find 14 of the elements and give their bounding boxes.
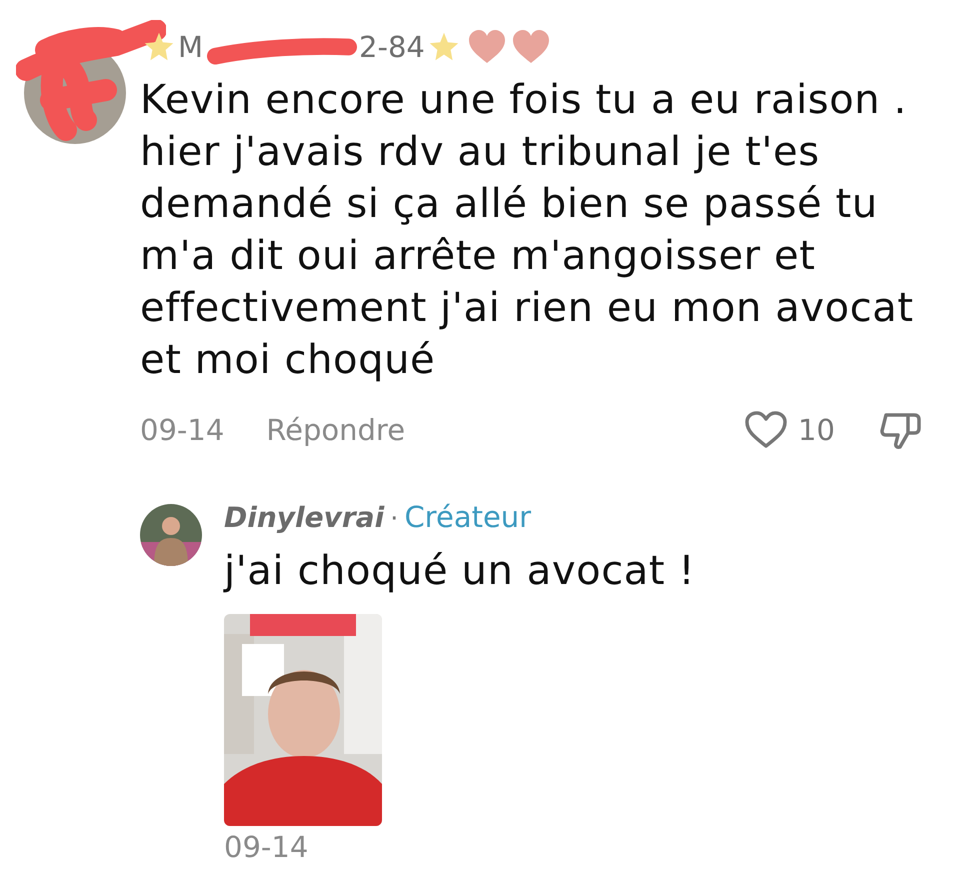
reply-date: 09-14 xyxy=(224,830,308,864)
reply-text: j'ai choqué un avocat ! xyxy=(224,547,696,596)
heart-icon[interactable] xyxy=(744,410,788,450)
comment-date: 09-14 xyxy=(140,413,224,447)
heart-icon xyxy=(510,29,551,65)
username[interactable]: 2-84 xyxy=(359,30,425,64)
username[interactable]: M xyxy=(178,30,204,64)
creator-username[interactable]: Dinylevrai xyxy=(224,501,384,534)
separator-dot: · xyxy=(390,504,398,534)
like-count: 10 xyxy=(798,413,836,447)
comment-text: Kevin encore une fois tu a eu raison . hier j'avais rdv au tribunal je t'es demandé si ça allé bien se passé tu m'a dit oui arrête m'angoisser et effectivement j'ai rien eu mon avocat et moi choqué xyxy=(140,76,915,385)
reply-button[interactable]: Répondre xyxy=(266,413,406,447)
heart-icon xyxy=(466,29,507,65)
creator-label: Créateur xyxy=(404,500,532,534)
